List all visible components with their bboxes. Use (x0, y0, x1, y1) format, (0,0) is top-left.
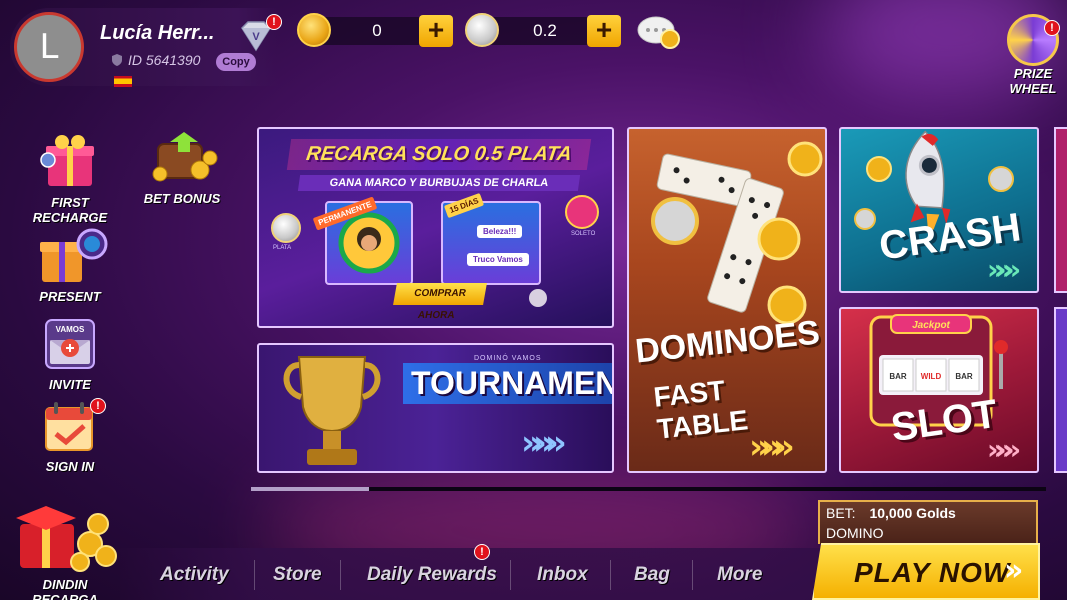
vip-letter: V (252, 31, 260, 43)
next-game-card-bottom[interactable] (1054, 307, 1067, 473)
tournament-banner[interactable]: DOMINÓ VAMOS TOURNAMENT »»» (257, 343, 614, 473)
carousel-scroll-thumb[interactable] (251, 487, 369, 491)
sign-in-button[interactable]: ! SIGN IN (30, 398, 110, 474)
buy-now-button[interactable]: COMPRAR AHORA (393, 283, 487, 321)
add-silver-button[interactable]: + (587, 15, 621, 47)
promo-title: RECARGA SOLO 0.5 PLATA (286, 139, 592, 170)
bet-info-panel: BET: 10,000 Golds DOMINO (818, 500, 1038, 544)
bet-game: DOMINO (826, 525, 884, 541)
add-gold-button[interactable]: + (419, 15, 453, 47)
copy-id-button[interactable]: Copy (216, 53, 256, 71)
reel-left: BAR (889, 372, 907, 381)
invite-label: INVITE (49, 377, 91, 392)
gold-balance: 0 + (297, 13, 457, 47)
soleto-label: SOLETO (571, 231, 596, 237)
next-game-card-top[interactable] (1054, 127, 1067, 293)
domino-tiles-icon (651, 141, 823, 325)
nav-more[interactable]: More (717, 564, 762, 586)
prize-wheel-button[interactable]: PRIZE WHEEL ! (1000, 14, 1066, 98)
user-id-text: ID 5641390 (128, 52, 201, 68)
bottom-nav: Activity Store Daily Rewards ! Inbox Bag… (120, 544, 820, 600)
bet-bonus-button[interactable]: BET BONUS (136, 130, 228, 206)
present-label: PRESENT (39, 289, 101, 304)
carousel-scroll-track (251, 487, 1046, 491)
chat-bubble-sample-1: Beleza!!! (477, 225, 523, 238)
slot-banner[interactable]: Jackpot BAR WILD BAR SLOT »»» (839, 307, 1039, 473)
nav-inbox[interactable]: Inbox (537, 564, 588, 586)
nav-daily-rewards[interactable]: Daily Rewards (367, 564, 497, 586)
chat-bubble-sample-2: Truco Vamos (467, 253, 529, 266)
silver-coin-icon (465, 13, 499, 47)
ball-icon (529, 289, 547, 307)
treasure-gift-icon (16, 506, 117, 572)
crash-arrows: »»» (987, 253, 1021, 286)
promo-subtitle: GANA MARCO Y BURBUJAS DE CHARLA (297, 175, 581, 191)
avatar[interactable]: L (14, 12, 84, 82)
nav-divider (340, 560, 341, 590)
invite-envelope-icon: VAMOS (45, 319, 95, 369)
ticket-icon (565, 195, 599, 229)
wallet-coins-icon (152, 132, 218, 182)
sign-in-badge: ! (90, 398, 106, 414)
avatar-letter: L (39, 27, 59, 67)
invite-sign-text: VAMOS (56, 325, 85, 334)
bet-amount: 10,000 Golds (869, 505, 956, 521)
dindin-label-2: RECARGA (32, 592, 98, 600)
dominoes-arrows: »»» (749, 427, 795, 467)
prize-wheel-label-2: WHEEL (1009, 81, 1057, 96)
profile-panel[interactable]: L Lucía Herr... V ! ID 5641390 Copy (10, 8, 282, 87)
gift-box-icon (40, 135, 94, 186)
jackpot-sign: Jackpot (912, 320, 950, 331)
dindin-recharge-button[interactable]: DINDIN RECARGA (6, 500, 124, 600)
chat-bubble-icon[interactable] (636, 15, 682, 51)
reel-right: BAR (955, 372, 973, 381)
bet-line: BET: 10,000 Golds (826, 505, 956, 521)
silver-balance: 0.2 + (465, 13, 625, 47)
dominoes-banner[interactable]: DOMINOES FAST TABLE »»» (627, 127, 827, 473)
play-now-label: PLAY NOW (854, 557, 1011, 588)
first-recharge-button[interactable]: FIRST RECHARGE (30, 130, 110, 225)
play-arrow-icon: » (1004, 553, 1024, 588)
present-button[interactable]: PRESENT (30, 226, 110, 304)
dindin-label-1: DINDIN (42, 577, 88, 592)
crash-banner[interactable]: CRASH »»» (839, 127, 1039, 293)
nav-store[interactable]: Store (273, 564, 322, 586)
nav-bag[interactable]: Bag (634, 564, 670, 586)
play-now-button[interactable]: PLAY NOW » (812, 543, 1040, 600)
gold-coin-icon (297, 13, 331, 47)
promo-banner[interactable]: RECARGA SOLO 0.5 PLATA GANA MARCO Y BURB… (257, 127, 614, 328)
present-gift-icon (40, 228, 108, 282)
dominoes-subtitle: FAST TABLE (652, 374, 750, 445)
silver-coin-icon (271, 213, 301, 243)
username: Lucía Herr... (100, 22, 215, 44)
shield-icon (112, 54, 122, 66)
tournament-title: TOURNAMENT (403, 363, 612, 404)
prize-wheel-badge: ! (1044, 20, 1060, 36)
nav-divider (692, 560, 693, 590)
user-id: ID 5641390 (110, 52, 200, 68)
prize-wheel-label-1: PRIZE (1013, 66, 1053, 81)
slot-arrows: »»» (987, 433, 1021, 466)
nav-divider (610, 560, 611, 590)
first-recharge-label-1: FIRST (51, 195, 89, 210)
first-recharge-label-2: RECHARGE (32, 210, 108, 225)
nav-activity[interactable]: Activity (160, 564, 229, 586)
nav-divider (254, 560, 255, 590)
nav-divider (510, 560, 511, 590)
tournament-arrows: »»» (521, 423, 567, 463)
bet-bonus-label: BET BONUS (143, 191, 221, 206)
flag-icon (114, 76, 132, 87)
sign-in-label: SIGN IN (45, 459, 95, 474)
vip-alert-badge: ! (266, 14, 282, 30)
invite-button[interactable]: VAMOS INVITE (30, 316, 110, 392)
trophy-icon (283, 356, 381, 465)
daily-rewards-badge: ! (474, 544, 490, 560)
reel-middle: WILD (921, 372, 942, 381)
bet-label: BET: (826, 505, 856, 521)
plata-label: PLATA (273, 245, 292, 251)
tournament-brand: DOMINÓ VAMOS (474, 355, 542, 362)
